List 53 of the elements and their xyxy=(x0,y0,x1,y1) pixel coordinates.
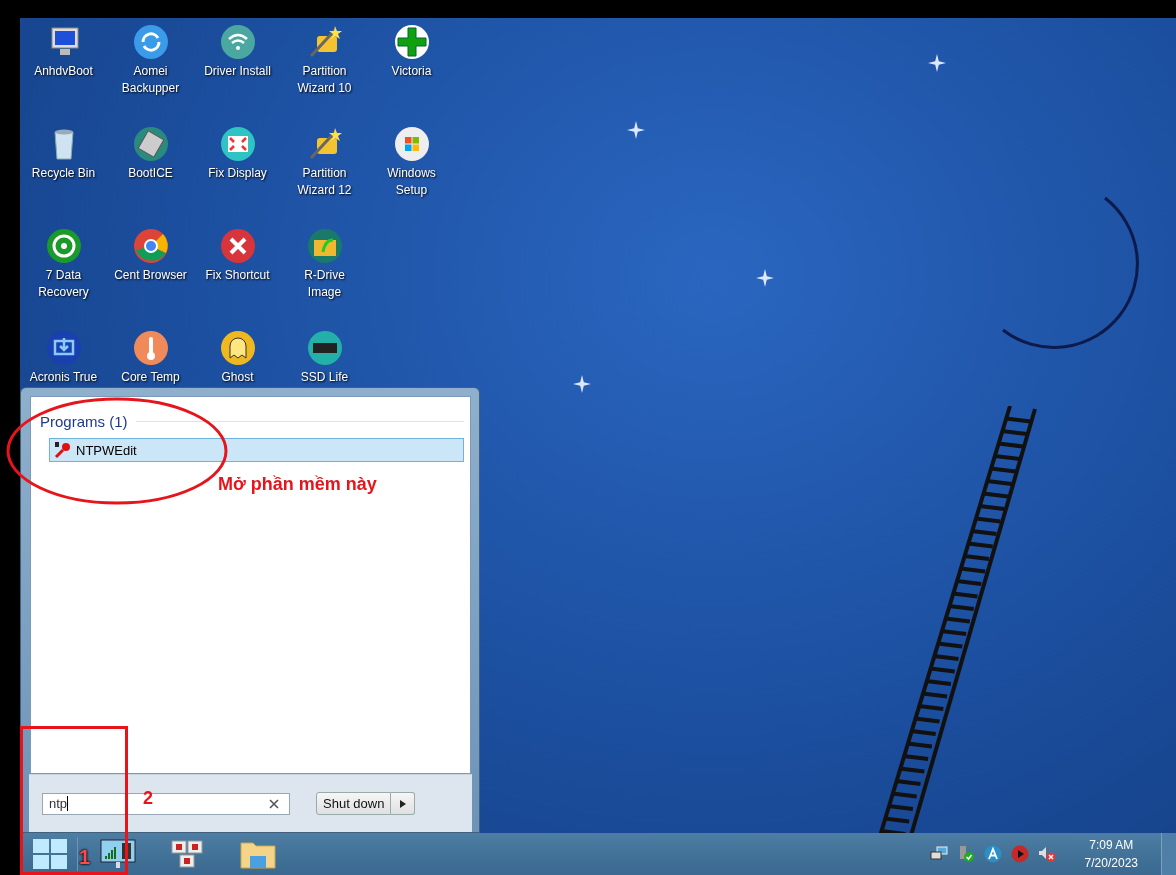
backup-icon[interactable] xyxy=(45,330,82,366)
keyboard-keys-icon[interactable] xyxy=(170,839,206,869)
star-icon xyxy=(627,121,645,139)
step-number: 1 xyxy=(79,846,91,869)
play-icon[interactable] xyxy=(1010,845,1029,863)
folder-icon[interactable] xyxy=(306,228,343,264)
desktop-icon-label: Windows Setup xyxy=(387,165,436,199)
desktop-icon-label: R-Drive Image xyxy=(304,267,345,301)
desktop-icon-label: Cent Browser xyxy=(114,267,187,284)
caret-icon xyxy=(399,799,406,808)
program-result[interactable]: NTPWEdit xyxy=(49,438,464,462)
clock[interactable]: 7:09 AM 7/20/2023 xyxy=(1078,836,1144,872)
win-icon[interactable] xyxy=(393,126,430,162)
desktop-icon-label: 7 Data Recovery xyxy=(38,267,89,301)
shut-down-options-button[interactable] xyxy=(391,792,416,815)
wifi-icon[interactable] xyxy=(219,24,256,60)
desktop-icon-label: Partition Wizard 10 xyxy=(297,63,352,97)
clock-time: 7:09 AM xyxy=(1089,837,1134,854)
desktop-icon-label: Acronis True xyxy=(29,369,98,386)
desktop-icon-label: Fix Display xyxy=(208,165,267,182)
sync-icon[interactable] xyxy=(132,24,169,60)
annotation-note: Mở phần mềm này xyxy=(218,474,377,495)
folder-icon[interactable] xyxy=(240,839,276,869)
desktop-icon-label: AnhdvBoot xyxy=(34,63,93,80)
key-icon xyxy=(54,441,72,459)
browser-icon[interactable] xyxy=(132,228,169,264)
desktop-icon-label: Recycle Bin xyxy=(31,165,96,182)
thermo-icon[interactable] xyxy=(132,330,169,366)
star-icon xyxy=(928,54,946,72)
chip-icon[interactable] xyxy=(306,330,343,366)
star-icon xyxy=(756,269,774,287)
desktop-icon-label: Ghost xyxy=(221,369,254,386)
desktop-icon-label: BootICE xyxy=(128,165,173,182)
clear-icon[interactable] xyxy=(269,798,279,809)
clock-date: 7/20/2023 xyxy=(1084,855,1138,872)
star-icon xyxy=(573,375,591,393)
desktop-icon-label: Aomei Backupper xyxy=(121,63,180,97)
speaker-muted-icon[interactable] xyxy=(1037,845,1056,863)
section-title: Programs (1) xyxy=(40,413,128,430)
ghost-icon[interactable] xyxy=(219,330,256,366)
cross-icon[interactable] xyxy=(393,24,430,60)
letter-a-icon[interactable] xyxy=(983,845,1002,863)
desktop-icon-label: Partition Wizard 12 xyxy=(297,165,352,199)
shut-down-button[interactable]: Shut down xyxy=(316,792,392,815)
windows-logo-icon[interactable] xyxy=(33,839,67,869)
desktop-icon-label: Victoria xyxy=(391,63,432,80)
desktop-icon-label: SSD Life xyxy=(300,369,349,386)
desktop-icon-label: Fix Shortcut xyxy=(205,267,270,284)
desktop-icon-label: Core Temp xyxy=(121,369,180,386)
x-icon[interactable] xyxy=(219,228,256,264)
expand-icon[interactable] xyxy=(219,126,256,162)
network-icon[interactable] xyxy=(929,846,948,862)
desktop-icon-label: Driver Install xyxy=(204,63,271,80)
